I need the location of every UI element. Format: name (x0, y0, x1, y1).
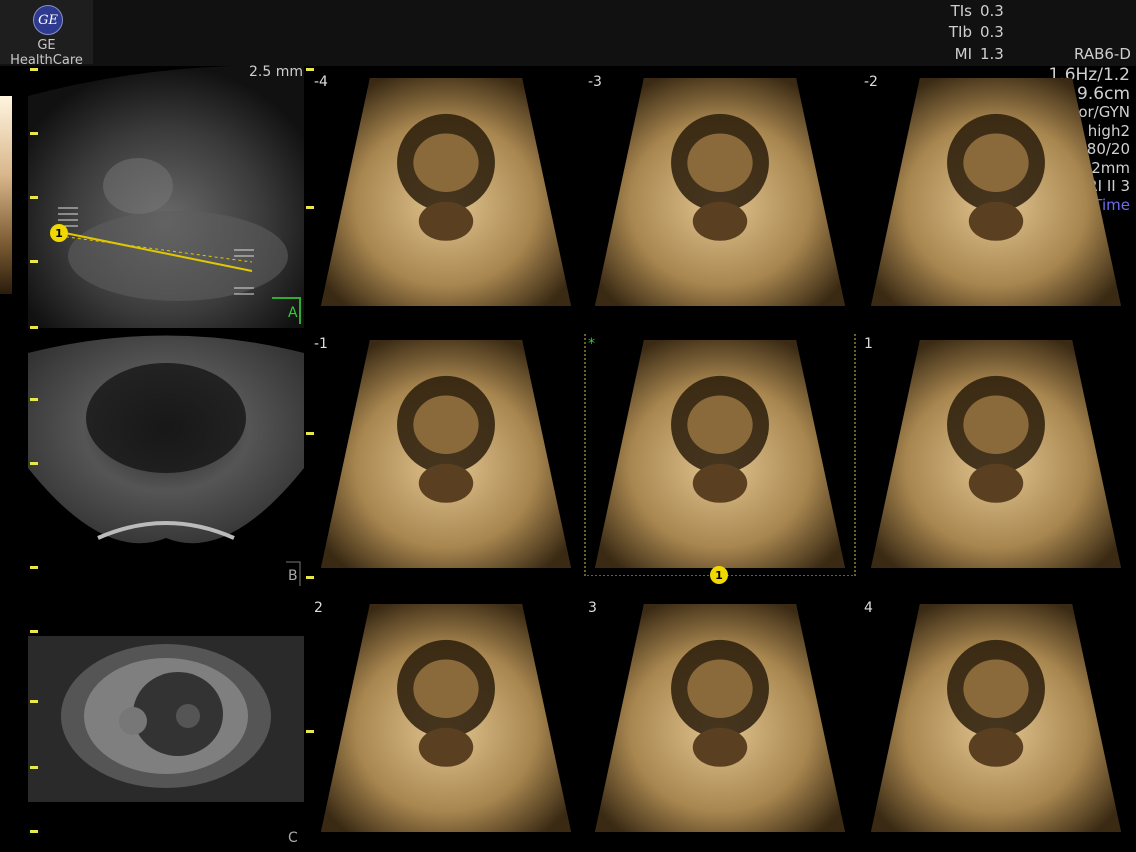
plane-c-label: C (288, 830, 298, 846)
slice-image[interactable] (584, 332, 856, 576)
slice-number: -2 (864, 74, 878, 90)
tib-label: TIb (948, 23, 972, 41)
slice-number: 3 (588, 600, 597, 616)
depth-tick (30, 766, 38, 769)
probe-name: RAB6-D (1074, 45, 1131, 63)
mi-value: 1.3 (980, 45, 1004, 63)
ge-logo-icon: GE (33, 5, 63, 35)
slice-number: -3 (588, 74, 602, 90)
depth-tick (30, 830, 38, 833)
depth-tick (30, 630, 38, 633)
depth-tick (30, 398, 38, 401)
slice-image[interactable] (310, 332, 582, 576)
logo-glyph: GE (38, 12, 58, 28)
brand-name: GE HealthCare (10, 38, 83, 68)
depth-tick (30, 462, 38, 465)
slice-image[interactable] (310, 596, 582, 840)
plane-b-label: B (288, 568, 298, 584)
depth-tick (306, 576, 314, 579)
tis-label: TIs (950, 2, 972, 20)
slice-number: 2 (314, 600, 323, 616)
slice-number: -1 (314, 336, 328, 352)
depth-tick (30, 326, 38, 329)
depth-tick (30, 260, 38, 263)
plane-a-label: A (288, 305, 298, 321)
depth-tick (30, 700, 38, 703)
slice-number: * (588, 336, 595, 352)
plane-c-image[interactable] (28, 636, 304, 802)
slice-thickness: 2.5 mm (249, 64, 303, 80)
tis-value: 0.3 (980, 2, 1004, 20)
slice-image[interactable] (310, 70, 582, 314)
slice-number: -4 (314, 74, 328, 90)
slice-image[interactable] (584, 596, 856, 840)
slice-image[interactable] (860, 70, 1132, 314)
brand-logo: GE GE HealthCare (0, 0, 93, 68)
slice-image[interactable] (860, 596, 1132, 840)
depth-tick (30, 566, 38, 569)
center-slice-marker[interactable]: 1 (710, 566, 728, 584)
slice-image[interactable] (860, 332, 1132, 576)
depth-tick (30, 132, 38, 135)
depth-tick (30, 196, 38, 199)
top-bar: GE GE HealthCare TIs 0.3 TIb 0.3 MI 1.3 … (0, 0, 1136, 68)
plane-a-image[interactable] (28, 66, 304, 328)
plane-b-image[interactable] (28, 328, 304, 590)
grayscale-bar (0, 96, 12, 294)
mi-label: MI (954, 45, 972, 63)
plane-a-marker[interactable]: 1 (50, 224, 68, 242)
tib-value: 0.3 (980, 23, 1004, 41)
slice-number: 4 (864, 600, 873, 616)
slice-image[interactable] (584, 70, 856, 314)
slice-number: 1 (864, 336, 873, 352)
depth-tick (30, 68, 38, 71)
